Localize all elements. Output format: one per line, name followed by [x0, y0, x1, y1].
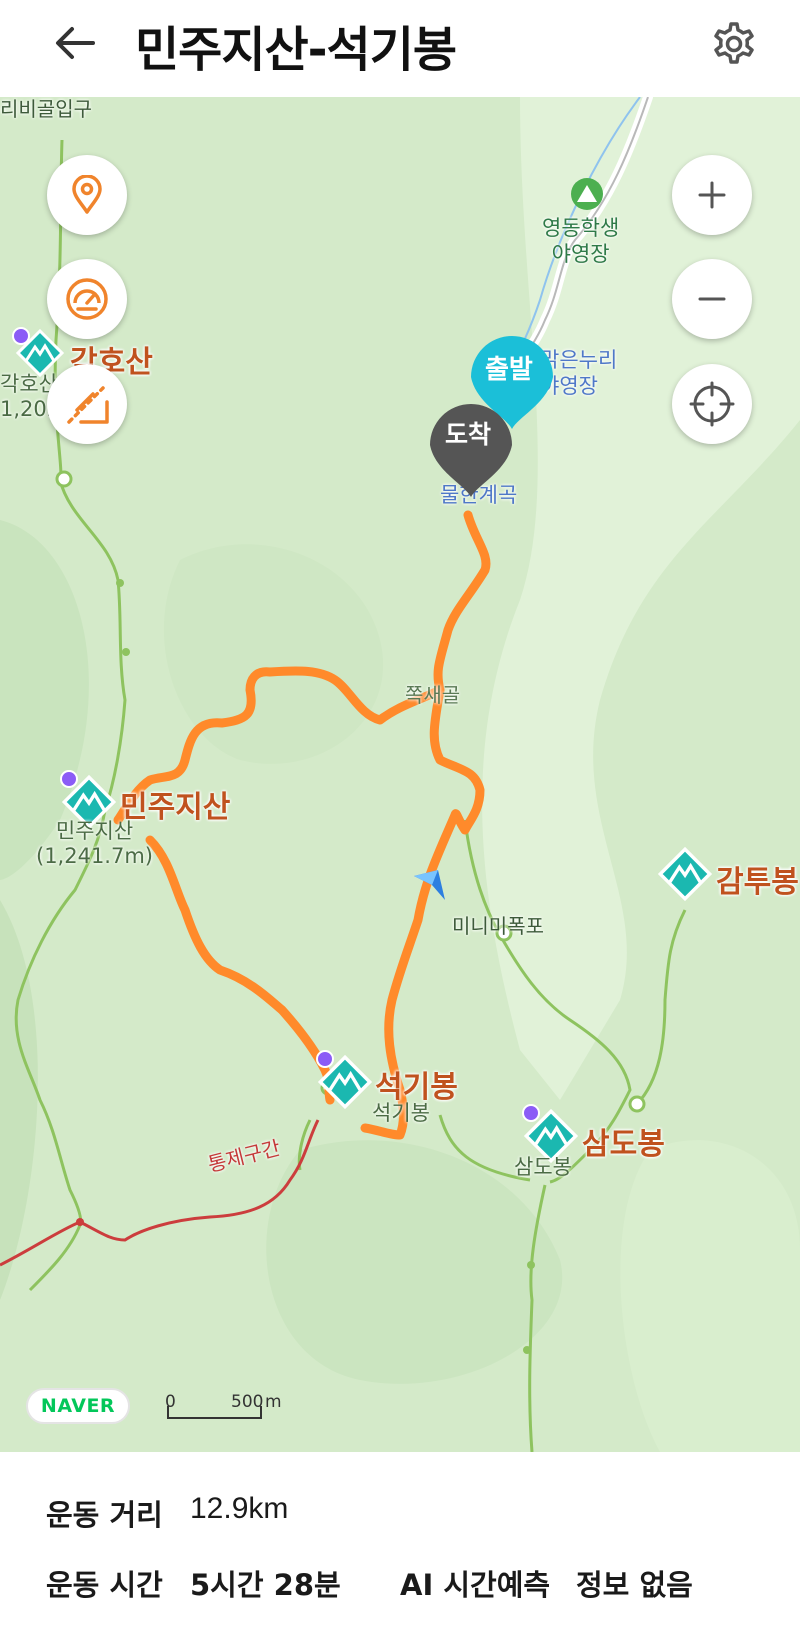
peak-label-seokgibong[interactable]: 석기봉 — [375, 1062, 458, 1106]
distance-value: 12.9km — [190, 1492, 289, 1525]
arrow-left-icon — [56, 27, 95, 59]
summit-badge-icon — [12, 327, 30, 345]
campsite-icon — [571, 178, 603, 210]
peak-icon — [657, 846, 713, 902]
map-scale: 0 500 m — [165, 1388, 285, 1424]
scale-zero: 0 — [165, 1392, 176, 1412]
current-location-button[interactable] — [672, 364, 752, 444]
stats-panel: 운동 거리 12.9km 운동 시간 5시간 28분 AI 시간예측 정보 없음 — [0, 1452, 800, 1638]
peak-sub-minjujisan: 민주지산 (1,241.7m) — [36, 819, 153, 869]
scale-distance: 500 — [231, 1392, 264, 1412]
back-button[interactable] — [50, 18, 100, 68]
crosshair-icon — [689, 381, 735, 427]
speedometer-icon — [66, 278, 108, 320]
zoom-out-button[interactable] — [672, 259, 752, 339]
location-pin-icon — [72, 175, 102, 214]
label-gol: 쪽새골 — [405, 683, 461, 707]
time-label: 운동 시간 — [46, 1568, 163, 1602]
label-campsite-1: 영동학생 야영장 — [542, 216, 620, 267]
zoom-in-button[interactable] — [672, 155, 752, 235]
scale-unit: m — [265, 1392, 282, 1412]
naver-logo: NAVER — [26, 1388, 130, 1424]
summit-badge-icon — [60, 770, 78, 788]
settings-button[interactable] — [706, 16, 762, 72]
peak-sub-samdobong: 삼도봉 — [514, 1155, 572, 1179]
route-slope-button[interactable] — [47, 364, 127, 444]
peak-sub-seokgibong: 석기봉 — [372, 1101, 430, 1125]
route-slope-icon — [67, 386, 109, 424]
arrival-marker[interactable]: 도착 — [426, 393, 516, 501]
label-waterfall: 미니미폭포 — [452, 914, 544, 938]
zoom-out-icon — [698, 297, 726, 301]
location-pin-button[interactable] — [47, 155, 127, 235]
peak-label-gamtubong[interactable]: 감투봉 — [716, 857, 799, 901]
ai-prediction-value: 정보 없음 — [576, 1568, 693, 1602]
summit-badge-icon — [522, 1104, 540, 1122]
summit-badge-icon — [316, 1050, 334, 1068]
gear-icon — [714, 22, 754, 64]
ai-prediction-label: AI 시간예측 — [400, 1568, 551, 1602]
speedometer-button[interactable] — [47, 259, 127, 339]
peak-label-samdobong[interactable]: 삼도봉 — [582, 1119, 665, 1163]
time-value: 5시간 28분 — [190, 1568, 341, 1602]
label-top-left: 리비골입구 — [0, 97, 92, 121]
start-marker-label: 출발 — [485, 355, 533, 385]
zoom-in-icon — [698, 181, 726, 209]
distance-label: 운동 거리 — [46, 1498, 163, 1532]
page-title: 민주지산-석기봉 — [135, 22, 457, 78]
arrival-marker-label: 도착 — [445, 420, 492, 449]
map-view[interactable]: 리비골입구 영동학생 야영장 맑은누리 야영장 물한계곡 쪽새골 각호산 각호산… — [0, 97, 800, 1452]
app-header: 민주지산-석기봉 — [0, 0, 800, 97]
